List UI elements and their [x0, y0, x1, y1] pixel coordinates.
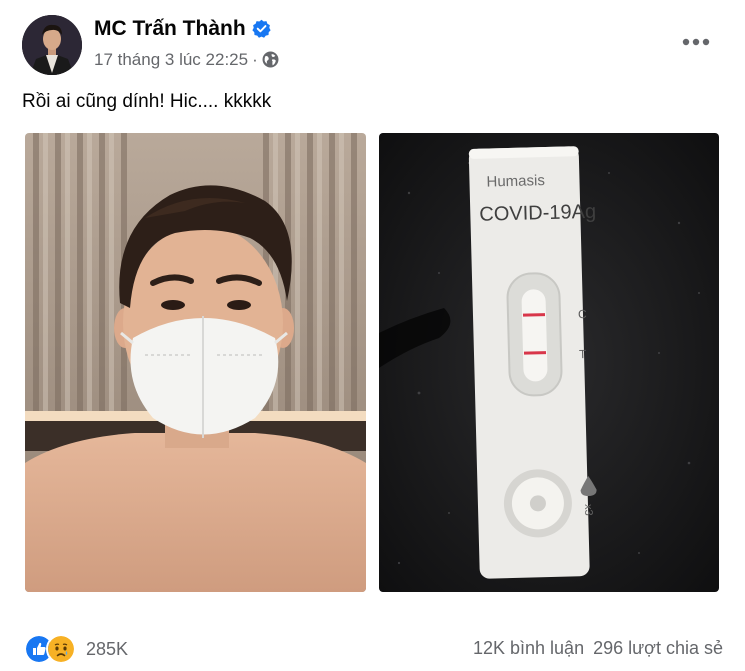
more-options-icon [682, 38, 710, 46]
comment-count-link[interactable]: 12K bình luận [473, 638, 584, 658]
more-options-button[interactable] [676, 26, 716, 58]
sample-drops-label: x3 [582, 504, 594, 516]
author-name[interactable]: MC Trấn Thành [94, 17, 246, 40]
control-line-label: C [578, 307, 587, 321]
post-timestamp[interactable]: 17 tháng 3 lúc 22:25 [94, 50, 248, 69]
engagement-stats: 12K bình luận 296 lượt chia sẻ [473, 638, 723, 659]
test-brand-text: Humasis [486, 172, 545, 191]
sad-reaction-icon [46, 634, 76, 664]
photo-man-wearing-mask[interactable] [25, 133, 366, 592]
facebook-post: MC Trấn Thành 17 tháng 3 lúc 22:25 · Rồi … [0, 0, 745, 671]
meta-separator: · [252, 50, 258, 69]
reactions-summary[interactable]: 285K [24, 634, 128, 664]
globe-icon[interactable] [262, 51, 279, 68]
verified-badge-icon [252, 19, 271, 38]
author-name-row[interactable]: MC Trấn Thành [94, 16, 271, 42]
test-line-label: T [579, 347, 587, 361]
reaction-count[interactable]: 285K [86, 639, 128, 660]
post-caption: Rồi ai cũng dính! Hic.... kkkkk [22, 91, 272, 112]
photo-covid-rapid-test[interactable]: Humasis COVID-19Ag C T x3 [379, 133, 719, 592]
post-meta: 17 tháng 3 lúc 22:25 · [94, 49, 279, 71]
share-count-link[interactable]: 296 lượt chia sẻ [593, 638, 723, 658]
test-product-text: COVID-19Ag [479, 201, 596, 226]
author-avatar[interactable] [22, 15, 82, 75]
